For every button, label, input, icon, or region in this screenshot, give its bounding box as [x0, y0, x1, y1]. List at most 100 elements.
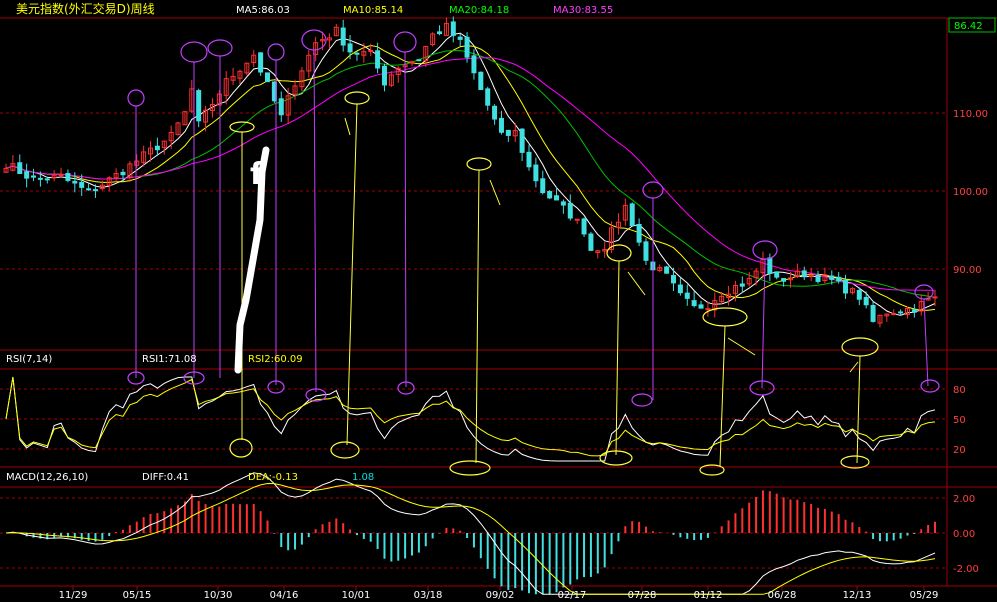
- ma30-line: [5, 57, 936, 291]
- candle-body: [24, 171, 30, 179]
- candle-body: [120, 171, 126, 176]
- candle-body: [258, 52, 264, 73]
- candle-body: [540, 178, 546, 194]
- candle-body: [547, 191, 553, 199]
- candle-body: [856, 289, 862, 300]
- macd-plot: [5, 472, 936, 595]
- hand-drawn-annotations: [127, 29, 940, 476]
- candle-body: [671, 275, 677, 284]
- annotation-line: [475, 169, 480, 464]
- candle-body: [31, 175, 37, 178]
- x-tick-label: 03/18: [414, 590, 443, 601]
- annotation-circle: [466, 157, 492, 171]
- candle-body: [691, 300, 697, 307]
- macd-tick-label: 2.00: [953, 494, 975, 505]
- candle-body: [533, 164, 539, 182]
- candle-body: [278, 98, 284, 116]
- annotation-circle: [642, 181, 664, 199]
- annotation-circle: [841, 337, 879, 357]
- candle-body: [836, 276, 842, 282]
- candle-body: [767, 257, 773, 274]
- candle-body: [375, 50, 381, 69]
- annotation-circle: [330, 441, 360, 459]
- candle-body: [843, 279, 849, 294]
- annotation-line: [346, 103, 358, 446]
- candle-body: [781, 278, 787, 282]
- candle-body: [629, 203, 635, 227]
- x-tick-label: 01/12: [694, 590, 723, 601]
- candle-body: [932, 296, 938, 299]
- macd-label: MACD(12,26,10): [6, 472, 88, 483]
- ma10-label: MA10:85.14: [343, 5, 403, 16]
- candle-body: [44, 178, 50, 181]
- annotation-circle: [127, 89, 145, 107]
- annotation-line: [344, 117, 351, 136]
- candle-body: [485, 88, 491, 106]
- annotation-circle: [267, 43, 285, 61]
- candlesticks: [3, 16, 938, 328]
- x-tick-label: 07/28: [628, 590, 657, 601]
- candle-body: [65, 173, 71, 181]
- x-tick-label: 10/30: [204, 590, 233, 601]
- annotation-circle: [840, 455, 870, 469]
- candle-body: [478, 71, 484, 90]
- candle-body: [560, 201, 566, 206]
- dea-line: [5, 482, 936, 595]
- candle-body: [457, 36, 463, 40]
- annotation-line: [719, 325, 726, 467]
- candle-body: [37, 177, 43, 180]
- annotation-circle: [449, 460, 491, 476]
- candle-body: [154, 145, 160, 151]
- annotation-circle: [606, 244, 632, 262]
- annotation-circle: [752, 240, 778, 260]
- candle-body: [437, 31, 443, 35]
- diff-line: [5, 472, 936, 595]
- rsi2-value: RSI2:60.09: [248, 354, 303, 365]
- x-tick-label: 12/13: [843, 590, 872, 601]
- candle-body: [574, 218, 580, 221]
- candle-body: [664, 266, 670, 274]
- candle-body: [264, 72, 270, 83]
- annotation-circle: [920, 379, 940, 393]
- candle-body: [526, 151, 532, 168]
- annotation-circle: [207, 39, 233, 57]
- candle-body: [86, 188, 92, 191]
- panel-frames: [0, 17, 997, 587]
- annotation-line: [404, 51, 407, 388]
- ma20-line: [5, 50, 936, 298]
- candle-body: [381, 65, 387, 86]
- candle-body: [464, 36, 470, 58]
- price-tick-label: 100.00: [953, 187, 988, 198]
- candle-body: [519, 128, 525, 153]
- candle-body: [58, 174, 64, 177]
- candle-body: [684, 292, 690, 299]
- annotation-circle: [393, 31, 417, 53]
- x-tick-label: 09/02: [486, 590, 515, 601]
- candle-body: [870, 304, 876, 322]
- annotation-line: [856, 355, 861, 464]
- candle-body: [898, 311, 904, 314]
- last-price: 86.42: [954, 21, 983, 32]
- candle-body: [505, 129, 511, 136]
- grid-lines: [0, 112, 947, 569]
- price-tick-label: 110.00: [953, 109, 988, 120]
- hand-drawn-f: f: [250, 157, 264, 192]
- annotation-circle: [180, 41, 208, 63]
- candle-body: [581, 218, 587, 235]
- candle-body: [347, 43, 353, 53]
- annotation-circle: [229, 121, 255, 133]
- price-tick-label: 90.00: [953, 265, 982, 276]
- annotation-line: [627, 271, 646, 296]
- annotation-line: [313, 49, 317, 393]
- candle-body: [196, 90, 202, 122]
- x-tick-label: 02/17: [558, 590, 587, 601]
- annotation-circle: [229, 438, 253, 458]
- ma30-label: MA30:83.55: [553, 5, 613, 16]
- candle-body: [863, 296, 869, 306]
- annotation-line: [489, 179, 501, 206]
- rsi-tick-label: 50: [953, 415, 966, 426]
- candle-body: [450, 21, 456, 36]
- candle-body: [774, 271, 780, 278]
- annotation-circle: [631, 393, 653, 407]
- candle-body: [588, 233, 594, 251]
